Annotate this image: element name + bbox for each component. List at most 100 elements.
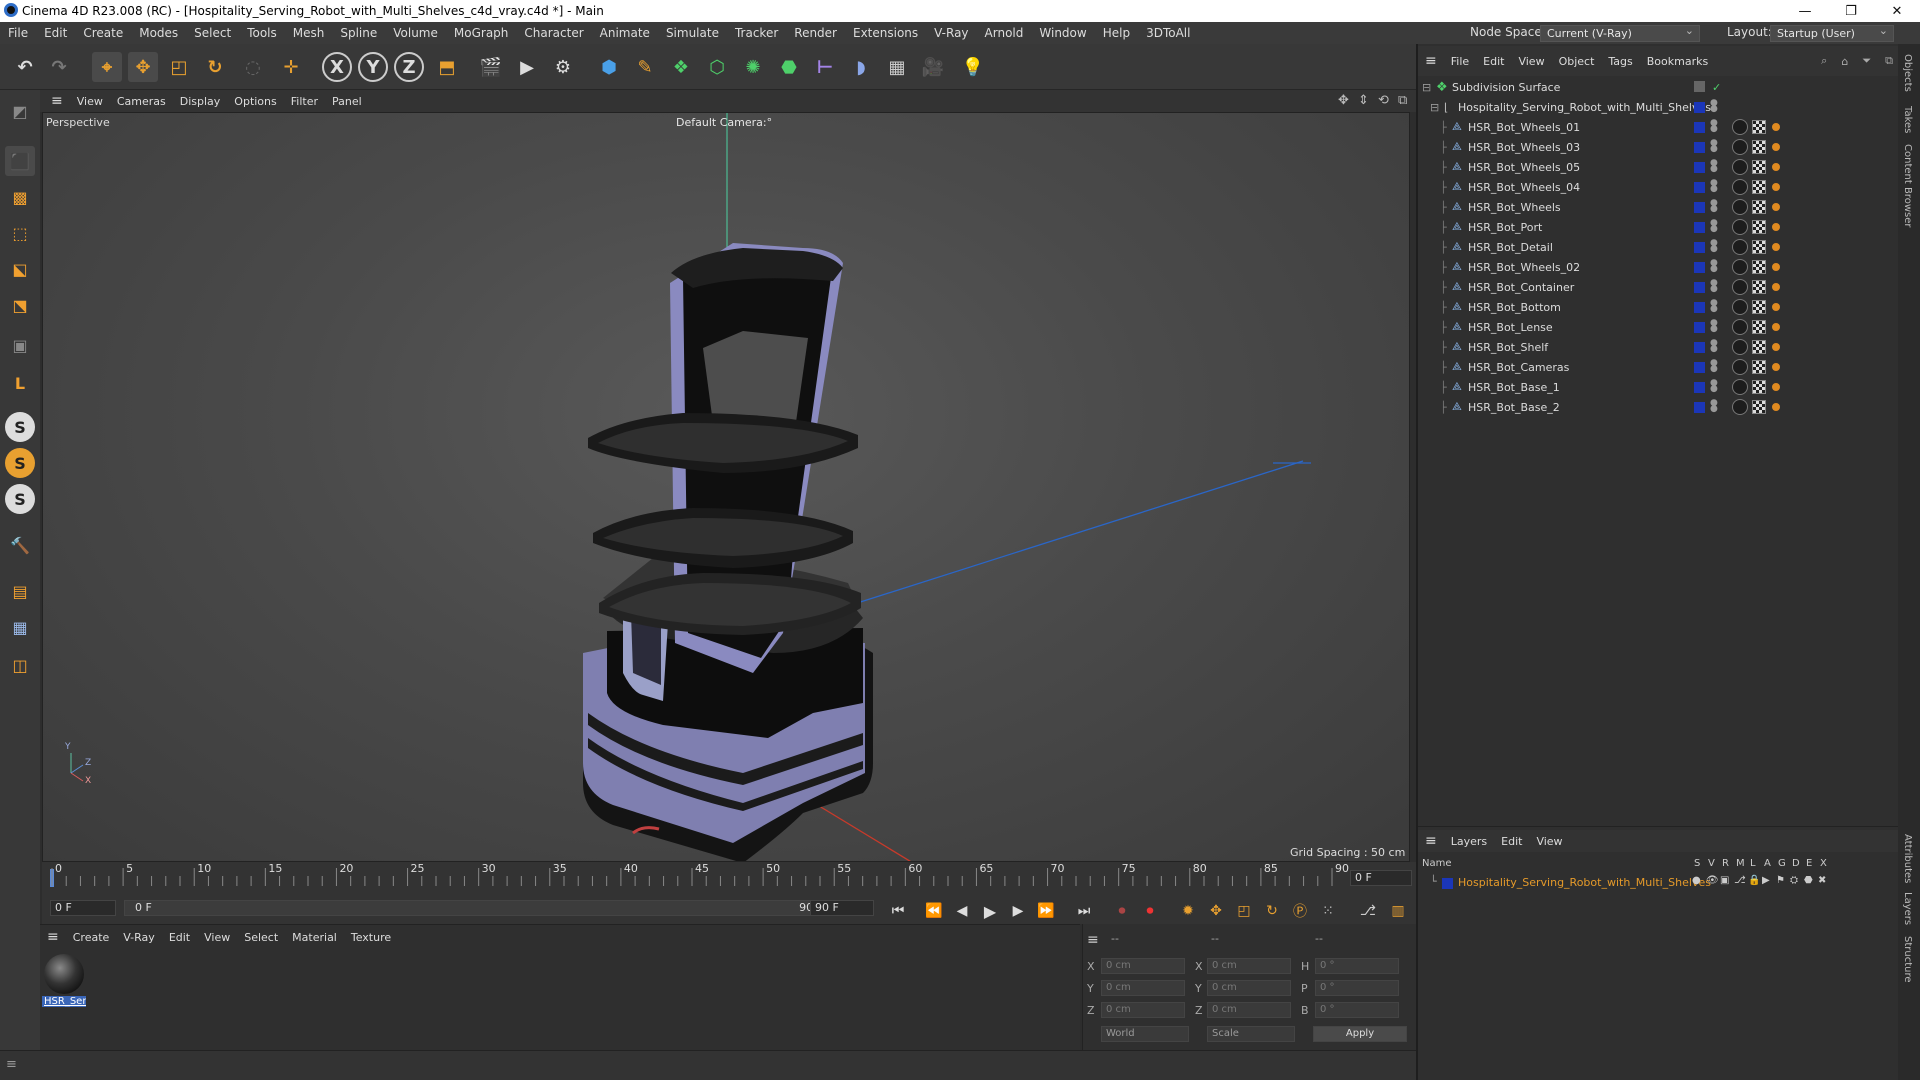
prev-frame-icon[interactable]: ◀ (950, 900, 974, 922)
object-menu-tags[interactable]: Tags (1601, 55, 1639, 68)
menu-select[interactable]: Select (186, 26, 239, 40)
move-tool-icon[interactable]: ✥ (128, 52, 158, 82)
menu-mograph[interactable]: MoGraph (446, 26, 517, 40)
visibility-dots-icon[interactable]: ● ● (1710, 379, 1718, 394)
material-tag-icon[interactable] (1732, 239, 1748, 255)
texture-tag-icon[interactable] (1752, 300, 1766, 314)
material-tag-icon[interactable] (1732, 339, 1748, 355)
material-tag-icon[interactable] (1732, 299, 1748, 315)
menu-create[interactable]: Create (75, 26, 131, 40)
material-swatch[interactable]: HSR_Ser (42, 954, 86, 1014)
layer-toggle-e-icon[interactable]: ⬣ (1804, 875, 1813, 886)
magnet-icon[interactable]: 🔨 (5, 530, 35, 560)
menu-window[interactable]: Window (1031, 26, 1094, 40)
material-tag-icon[interactable] (1732, 119, 1748, 135)
texture-tag-icon[interactable] (1752, 200, 1766, 214)
object-menu-view[interactable]: View (1511, 55, 1551, 68)
live-select-icon[interactable]: ◌ (238, 52, 268, 82)
visibility-dots-icon[interactable]: ● ● (1710, 219, 1718, 234)
select-tool-icon[interactable]: ⌖ (92, 52, 122, 82)
vray-tag-icon[interactable] (1772, 223, 1780, 231)
layer-toggle-r-icon[interactable]: ▣ (1720, 875, 1729, 886)
deformer-icon[interactable]: ⬣ (774, 52, 804, 82)
layer-toggle-a-icon[interactable]: ▶ (1762, 875, 1770, 886)
goto-end-icon[interactable]: ⏭ (1072, 900, 1096, 922)
object-row-child[interactable]: ├ ⟁ HSR_Bot_Detail ● ● (1418, 237, 1896, 257)
workplane-icon[interactable]: ▤ (5, 576, 35, 606)
material-tag-icon[interactable] (1732, 139, 1748, 155)
goto-start-icon[interactable]: ⏮ (886, 900, 910, 922)
field-icon[interactable]: ⊢ (810, 52, 840, 82)
material-tag-icon[interactable] (1732, 279, 1748, 295)
object-new-window-icon[interactable]: ⧉ (1878, 54, 1900, 68)
object-row-child[interactable]: ├ ⟁ HSR_Bot_Cameras ● ● (1418, 357, 1896, 377)
axis-y-toggle[interactable]: Y (358, 52, 388, 82)
transform-tool-icon[interactable]: ✛ (276, 52, 306, 82)
texture-tag-icon[interactable] (1752, 360, 1766, 374)
visibility-dots-icon[interactable]: ● ● (1710, 299, 1718, 314)
texture-tag-icon[interactable] (1752, 180, 1766, 194)
menu-spline[interactable]: Spline (332, 26, 385, 40)
menu-edit[interactable]: Edit (36, 26, 75, 40)
material-tag-icon[interactable] (1732, 399, 1748, 415)
object-row-child[interactable]: ├ ⟁ HSR_Bot_Wheels_01 ● ● (1418, 117, 1896, 137)
menu-file[interactable]: File (0, 26, 36, 40)
render-picture-viewer-icon[interactable]: ▶ (512, 52, 542, 82)
menu-animate[interactable]: Animate (592, 26, 658, 40)
texture-tag-icon[interactable] (1752, 280, 1766, 294)
viewport-menu-display[interactable]: Display (173, 95, 228, 108)
vray-tag-icon[interactable] (1772, 283, 1780, 291)
material-hamburger-icon[interactable]: ≡ (40, 929, 66, 945)
material-menu-material[interactable]: Material (285, 931, 344, 944)
material-tag-icon[interactable] (1732, 319, 1748, 335)
autokey-icon[interactable]: ⏺ (1138, 900, 1162, 922)
texture-tag-icon[interactable] (1752, 340, 1766, 354)
material-tag-icon[interactable] (1732, 379, 1748, 395)
viewport-menu-view[interactable]: View (70, 95, 110, 108)
model-mode-icon[interactable]: ⬛ (5, 146, 35, 176)
layers-menu-view[interactable]: View (1529, 835, 1569, 848)
layer-toggle-v-icon[interactable]: 👁 (1706, 875, 1719, 886)
status-menu-icon[interactable]: ≡ (6, 1057, 17, 1072)
object-search-icon[interactable]: ⌕ (1814, 54, 1834, 68)
visibility-dots-icon[interactable]: ● ● (1710, 339, 1718, 354)
texture-tag-icon[interactable] (1752, 140, 1766, 154)
visibility-dots-icon[interactable]: ● ● (1710, 179, 1718, 194)
3d-viewport[interactable]: Y Z X (42, 112, 1410, 862)
menu-simulate[interactable]: Simulate (658, 26, 727, 40)
material-tag-icon[interactable] (1732, 259, 1748, 275)
layer-toggle-x-icon[interactable]: ✖ (1818, 875, 1826, 886)
render-view-icon[interactable]: 🎬 (476, 52, 506, 82)
object-row-child[interactable]: ├ ⟁ HSR_Bot_Wheels_03 ● ● (1418, 137, 1896, 157)
material-menu-edit[interactable]: Edit (162, 931, 197, 944)
maximize-button[interactable]: ❐ (1828, 0, 1874, 22)
vray-tag-icon[interactable] (1772, 123, 1780, 131)
side-tab-layers[interactable]: Layers (1902, 892, 1913, 925)
expand-icon[interactable]: ⊟ (1430, 101, 1439, 114)
subdivision-surface-icon[interactable]: ❖ (666, 52, 696, 82)
record-active-icon[interactable]: ⏺ (1110, 900, 1134, 922)
spline-pen-icon[interactable]: ✎ (630, 52, 660, 82)
scale-tool-icon[interactable]: ◰ (164, 52, 194, 82)
vray-tag-icon[interactable] (1772, 363, 1780, 371)
visibility-dots-icon[interactable]: ● ● (1710, 359, 1718, 374)
vray-tag-icon[interactable] (1772, 343, 1780, 351)
visibility-dots-icon[interactable]: ● ● (1710, 279, 1718, 294)
menu-volume[interactable]: Volume (385, 26, 446, 40)
current-frame-field[interactable]: 0 F (1350, 870, 1412, 886)
vray-tag-icon[interactable] (1772, 303, 1780, 311)
layers-hamburger-icon[interactable]: ≡ (1418, 833, 1444, 849)
undo-icon[interactable]: ↶ (10, 52, 40, 82)
menu-modes[interactable]: Modes (131, 26, 186, 40)
object-row-child[interactable]: ├ ⟁ HSR_Bot_Container ● ● (1418, 277, 1896, 297)
object-row-child[interactable]: ├ ⟁ HSR_Bot_Bottom ● ● (1418, 297, 1896, 317)
rot-b-field[interactable]: 0 ° (1315, 1002, 1399, 1018)
key-position-icon[interactable]: ✥ (1204, 900, 1228, 922)
object-row-child[interactable]: ├ ⟁ HSR_Bot_Shelf ● ● (1418, 337, 1896, 357)
key-pla-icon[interactable]: ⁙ (1316, 900, 1340, 922)
viewport-hamburger-icon[interactable]: ≡ (44, 93, 70, 109)
layer-row[interactable]: └ Hospitality_Serving_Robot_with_Multi_S… (1418, 874, 1896, 892)
vray-tag-icon[interactable] (1772, 143, 1780, 151)
timeline-window-icon[interactable]: ▥ (1386, 900, 1410, 922)
object-row-child[interactable]: ├ ⟁ HSR_Bot_Wheels_04 ● ● (1418, 177, 1896, 197)
